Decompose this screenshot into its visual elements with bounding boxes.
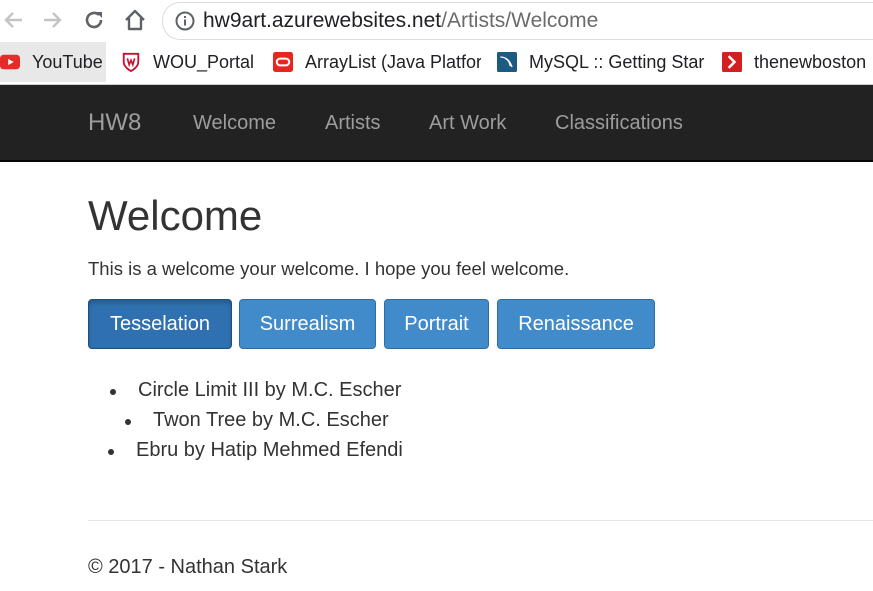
url-host: hw9art.azurewebsites.net bbox=[203, 9, 442, 32]
bullet bbox=[108, 449, 114, 455]
address-bar-row: hw9art.azurewebsites.net/Artists/Welcome bbox=[0, 0, 873, 40]
address-bar[interactable]: hw9art.azurewebsites.net/Artists/Welcome bbox=[162, 2, 873, 40]
bookmark-thenewboston[interactable]: thenewboston bbox=[722, 42, 873, 82]
bookmark-label: ArrayList (Java Platfor bbox=[305, 51, 481, 72]
navbar-brand[interactable]: HW8 bbox=[88, 109, 141, 137]
bookmark-label: YouTube bbox=[32, 51, 103, 72]
bullet bbox=[110, 389, 116, 395]
back-arrow-icon bbox=[4, 12, 22, 28]
url-text[interactable]: hw9art.azurewebsites.net/Artists/Welcome bbox=[203, 9, 598, 33]
list-item-text: Circle Limit III by M.C. Escher bbox=[138, 379, 402, 401]
nav-link-artists[interactable]: Artists bbox=[325, 112, 381, 135]
list-item-text: Twon Tree by M.C. Escher bbox=[153, 409, 389, 431]
home-button[interactable] bbox=[121, 6, 149, 34]
bookmark-mysql[interactable]: MySQL :: Getting Star bbox=[497, 42, 707, 82]
home-icon bbox=[125, 9, 145, 31]
welcome-text: This is a welcome your welcome. I hope y… bbox=[88, 258, 570, 279]
nav-link-classifications[interactable]: Classifications bbox=[555, 112, 683, 135]
info-icon[interactable] bbox=[175, 11, 195, 36]
forward-button[interactable] bbox=[38, 6, 66, 34]
bullet bbox=[125, 419, 131, 425]
back-button[interactable] bbox=[0, 6, 28, 34]
list-item: Twon Tree by M.C. Escher bbox=[125, 409, 389, 432]
thenewboston-icon bbox=[722, 52, 742, 72]
bookmarks-bar: YouTube WOU_Portal ArrayList (Java Platf… bbox=[0, 42, 873, 85]
bookmark-arraylist[interactable]: ArrayList (Java Platfor bbox=[273, 42, 481, 82]
surrealism-button[interactable]: Surrealism bbox=[239, 299, 376, 349]
portrait-button[interactable]: Portrait bbox=[384, 299, 489, 349]
footer-divider bbox=[88, 520, 873, 521]
oracle-icon bbox=[273, 52, 293, 72]
bookmark-youtube[interactable]: YouTube bbox=[0, 42, 106, 82]
bookmark-label: WOU_Portal bbox=[153, 51, 255, 72]
youtube-icon bbox=[0, 52, 20, 72]
forward-arrow-icon bbox=[44, 12, 62, 28]
reload-button[interactable] bbox=[80, 6, 108, 34]
list-item: Ebru by Hatip Mehmed Efendi bbox=[108, 439, 403, 462]
tesselation-button[interactable]: Tesselation bbox=[88, 299, 232, 349]
nav-link-art-work[interactable]: Art Work bbox=[429, 112, 506, 135]
page-title: Welcome bbox=[88, 192, 263, 239]
wou-icon bbox=[121, 52, 141, 73]
bookmark-label: MySQL :: Getting Star bbox=[529, 51, 705, 72]
site-navbar: HW8 Welcome Artists Art Work Classificat… bbox=[0, 85, 873, 162]
list-item-text: Ebru by Hatip Mehmed Efendi bbox=[136, 439, 403, 461]
footer-copyright: © 2017 - Nathan Stark bbox=[88, 556, 288, 578]
nav-link-welcome[interactable]: Welcome bbox=[193, 112, 276, 135]
renaissance-button[interactable]: Renaissance bbox=[497, 299, 655, 349]
url-path: /Artists/Welcome bbox=[441, 9, 599, 32]
bookmark-label: thenewboston bbox=[754, 51, 867, 72]
bookmark-wou-portal[interactable]: WOU_Portal bbox=[121, 42, 261, 82]
browser-chrome: hw9art.azurewebsites.net/Artists/Welcome… bbox=[0, 0, 873, 85]
list-item: Circle Limit III by M.C. Escher bbox=[110, 379, 402, 402]
mysql-icon bbox=[497, 52, 517, 72]
reload-icon bbox=[85, 11, 103, 29]
